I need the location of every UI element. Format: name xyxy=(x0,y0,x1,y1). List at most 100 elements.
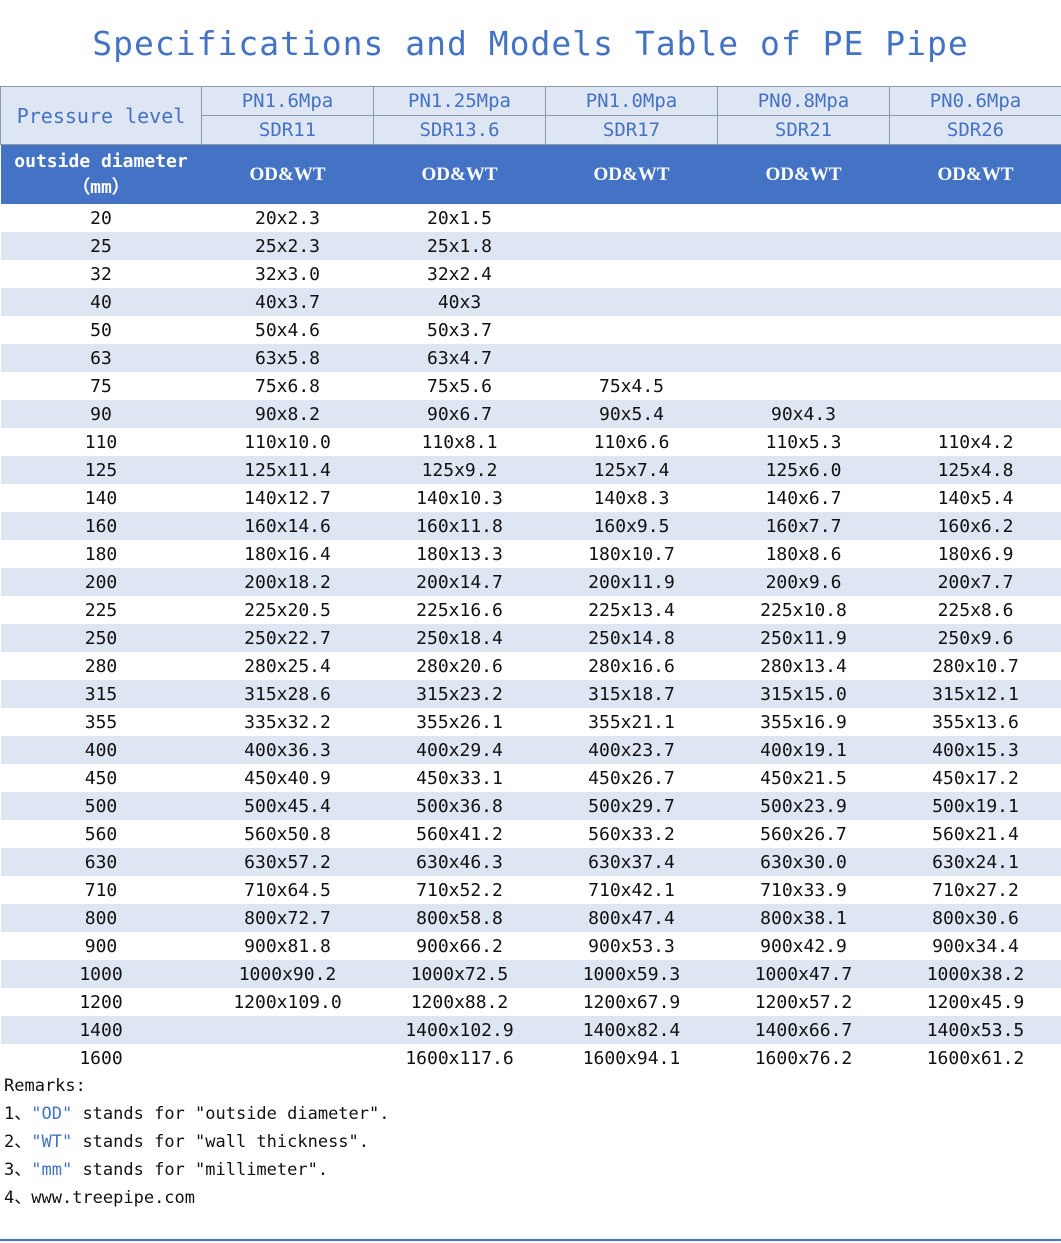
outside-diameter-cell: 225 xyxy=(84,599,118,621)
od-wt-cell: 90x8.2 xyxy=(201,400,374,428)
remark-term: "WT" xyxy=(31,1132,73,1152)
od-wt-cell: 125x4.8 xyxy=(889,456,1061,484)
outside-diameter-label: outside diameter （mm） xyxy=(0,144,202,204)
od-wt-cell: 40x3.7 xyxy=(201,288,374,316)
od-wt-cell: 200x11.9 xyxy=(545,568,718,596)
remark-item: 2、"WT" stands for "wall thickness". xyxy=(4,1128,389,1156)
remark-term: "OD" xyxy=(31,1104,73,1124)
outside-diameter-cell: 355 xyxy=(84,711,118,733)
od-wt-cell: 450x40.9 xyxy=(244,767,331,789)
od-wt-cell: 1200x109.0 xyxy=(233,991,342,1013)
od-wt-cell xyxy=(889,344,1061,372)
od-wt-cell: 900x53.3 xyxy=(588,935,675,957)
od-wt-cell: 75x4.5 xyxy=(598,375,665,397)
outside-diameter-cell: 560 xyxy=(84,823,118,845)
od-wt-cell: 63x4.7 xyxy=(373,344,546,372)
od-wt-cell: 710x64.5 xyxy=(244,879,331,901)
od-wt-cell: 225x16.6 xyxy=(416,599,503,621)
remarks-heading: Remarks: xyxy=(4,1076,86,1096)
od-wt-cell: 140x10.3 xyxy=(416,487,503,509)
od-label-line1: outside diameter xyxy=(14,150,188,172)
sdr-26: SDR26 xyxy=(889,115,1061,145)
outside-diameter-cell: 125 xyxy=(0,456,202,484)
od-wt-cell: 1400x82.4 xyxy=(545,1016,718,1044)
remark-number: 3、 xyxy=(4,1160,32,1180)
od-wt-cell: 800x47.4 xyxy=(545,904,718,932)
sdr-17: SDR17 xyxy=(545,115,718,145)
od-wt-cell xyxy=(717,344,890,372)
table-row: 200 200x18.2 200x14.7 200x11.9 200x9.6 200x7.… xyxy=(0,568,1061,596)
od-wt-cell: 900x34.4 xyxy=(932,935,1019,957)
od-wt-cell xyxy=(546,316,718,344)
sdr-13-6: SDR13.6 xyxy=(373,115,546,145)
od-wt-cell: 800x30.6 xyxy=(889,904,1061,932)
od-wt-cell xyxy=(545,288,718,316)
table-row: 1600 1600x117.6 1600x94.1 1600x76.2 1600x61.… xyxy=(1,1044,1061,1072)
od-wt-cell: 900x42.9 xyxy=(760,935,847,957)
od-wt-cell: 90x4.3 xyxy=(717,400,890,428)
table-row: 63 63x5.8 63x4.7 xyxy=(0,344,1061,372)
odwt-header: OD&WT xyxy=(545,144,718,204)
od-wt-cell: 125x11.4 xyxy=(201,456,374,484)
od-wt-cell: 800x72.7 xyxy=(201,904,374,932)
outside-diameter-cell: 140 xyxy=(84,487,118,509)
table-row: 1000 1000x90.2 1000x72.5 1000x59.3 1000x47.7… xyxy=(0,960,1061,988)
od-wt-cell: 180x10.7 xyxy=(588,543,675,565)
od-wt-cell: 1600x76.2 xyxy=(754,1047,853,1069)
od-wt-cell xyxy=(889,288,1061,316)
pressure-pn10: PN1.0Mpa xyxy=(545,86,718,116)
bottom-divider xyxy=(0,1239,1061,1241)
od-wt-cell: 90x5.4 xyxy=(545,400,718,428)
od-wt-cell: 180x6.9 xyxy=(937,543,1014,565)
table-row: 560 560x50.8 560x41.2 560x33.2 560x26.7 560x2… xyxy=(1,820,1061,848)
od-wt-cell xyxy=(890,316,1061,344)
od-wt-cell: 400x29.4 xyxy=(373,736,546,764)
od-wt-cell xyxy=(718,316,890,344)
od-wt-cell: 1600x94.1 xyxy=(582,1047,681,1069)
od-wt-cell: 560x26.7 xyxy=(760,823,847,845)
outside-diameter-cell: 400 xyxy=(0,736,202,764)
odwt-header: OD&WT xyxy=(373,144,546,204)
od-wt-cell: 160x6.2 xyxy=(889,512,1061,540)
od-wt-cell: 500x36.8 xyxy=(373,792,546,820)
table-row: 250 250x22.7 250x18.4 250x14.8 250x11.9 250x9… xyxy=(0,624,1061,652)
od-wt-cell: 450x17.2 xyxy=(932,767,1019,789)
od-wt-cell: 710x27.2 xyxy=(932,879,1019,901)
table-row: 900 900x81.8 900x66.2 900x53.3 900x42.9 900x3… xyxy=(1,932,1061,960)
od-wt-cell: 110x6.6 xyxy=(593,431,670,453)
od-wt-cell: 40x3 xyxy=(373,288,546,316)
od-wt-cell: 280x16.6 xyxy=(588,655,675,677)
table-row: 280 280x25.4 280x20.6 280x16.6 280x13.4 280x1… xyxy=(1,652,1061,680)
od-wt-cell: 25x1.8 xyxy=(373,232,546,260)
od-wt-cell xyxy=(717,288,890,316)
table-row: 140 140x12.7 140x10.3 140x8.3 140x6.7 140x5.4 xyxy=(1,484,1061,512)
od-wt-cell: 180x8.6 xyxy=(765,543,842,565)
table-row: 1400 1400x102.9 1400x82.4 1400x66.7 1400x53.… xyxy=(0,1016,1061,1044)
od-wt-cell: 180x13.3 xyxy=(416,543,503,565)
remark-item: 4、www.treepipe.com xyxy=(4,1184,389,1212)
od-wt-cell: 250x11.9 xyxy=(717,624,890,652)
od-wt-cell xyxy=(545,232,718,260)
table-row: 20 20x2.3 20x1.5 xyxy=(1,204,1061,232)
table-row: 315 315x28.6 315x23.2 315x18.7 315x15.0 315x1… xyxy=(0,680,1061,708)
table-row: 90 90x8.2 90x6.7 90x5.4 90x4.3 xyxy=(0,400,1061,428)
remark-text: stands for "wall thickness". xyxy=(72,1132,370,1152)
od-wt-cell xyxy=(201,1016,374,1044)
od-wt-cell: 560x50.8 xyxy=(244,823,331,845)
page-title: Specifications and Models Table of PE Pi… xyxy=(92,23,969,63)
od-wt-cell: 630x57.2 xyxy=(201,848,374,876)
table-row: 1200 1200x109.0 1200x88.2 1200x67.9 1200x57.… xyxy=(1,988,1061,1016)
table-row: 225 225x20.5 225x16.6 225x13.4 225x10.8 225x8… xyxy=(1,596,1061,624)
od-wt-cell: 110x10.0 xyxy=(244,431,331,453)
remark-item: 3、"mm" stands for "millimeter". xyxy=(4,1156,389,1184)
od-wt-cell: 20x1.5 xyxy=(426,207,493,229)
od-wt-cell: 1400x53.5 xyxy=(889,1016,1061,1044)
od-wt-cell: 500x29.7 xyxy=(545,792,718,820)
od-wt-cell xyxy=(718,372,890,400)
od-wt-cell: 315x23.2 xyxy=(373,680,546,708)
od-wt-cell: 200x7.7 xyxy=(889,568,1061,596)
od-wt-cell: 560x21.4 xyxy=(932,823,1019,845)
odwt-header: OD&WT xyxy=(889,144,1061,204)
od-wt-cell: 315x28.6 xyxy=(201,680,374,708)
od-wt-cell: 335x32.2 xyxy=(244,711,331,733)
